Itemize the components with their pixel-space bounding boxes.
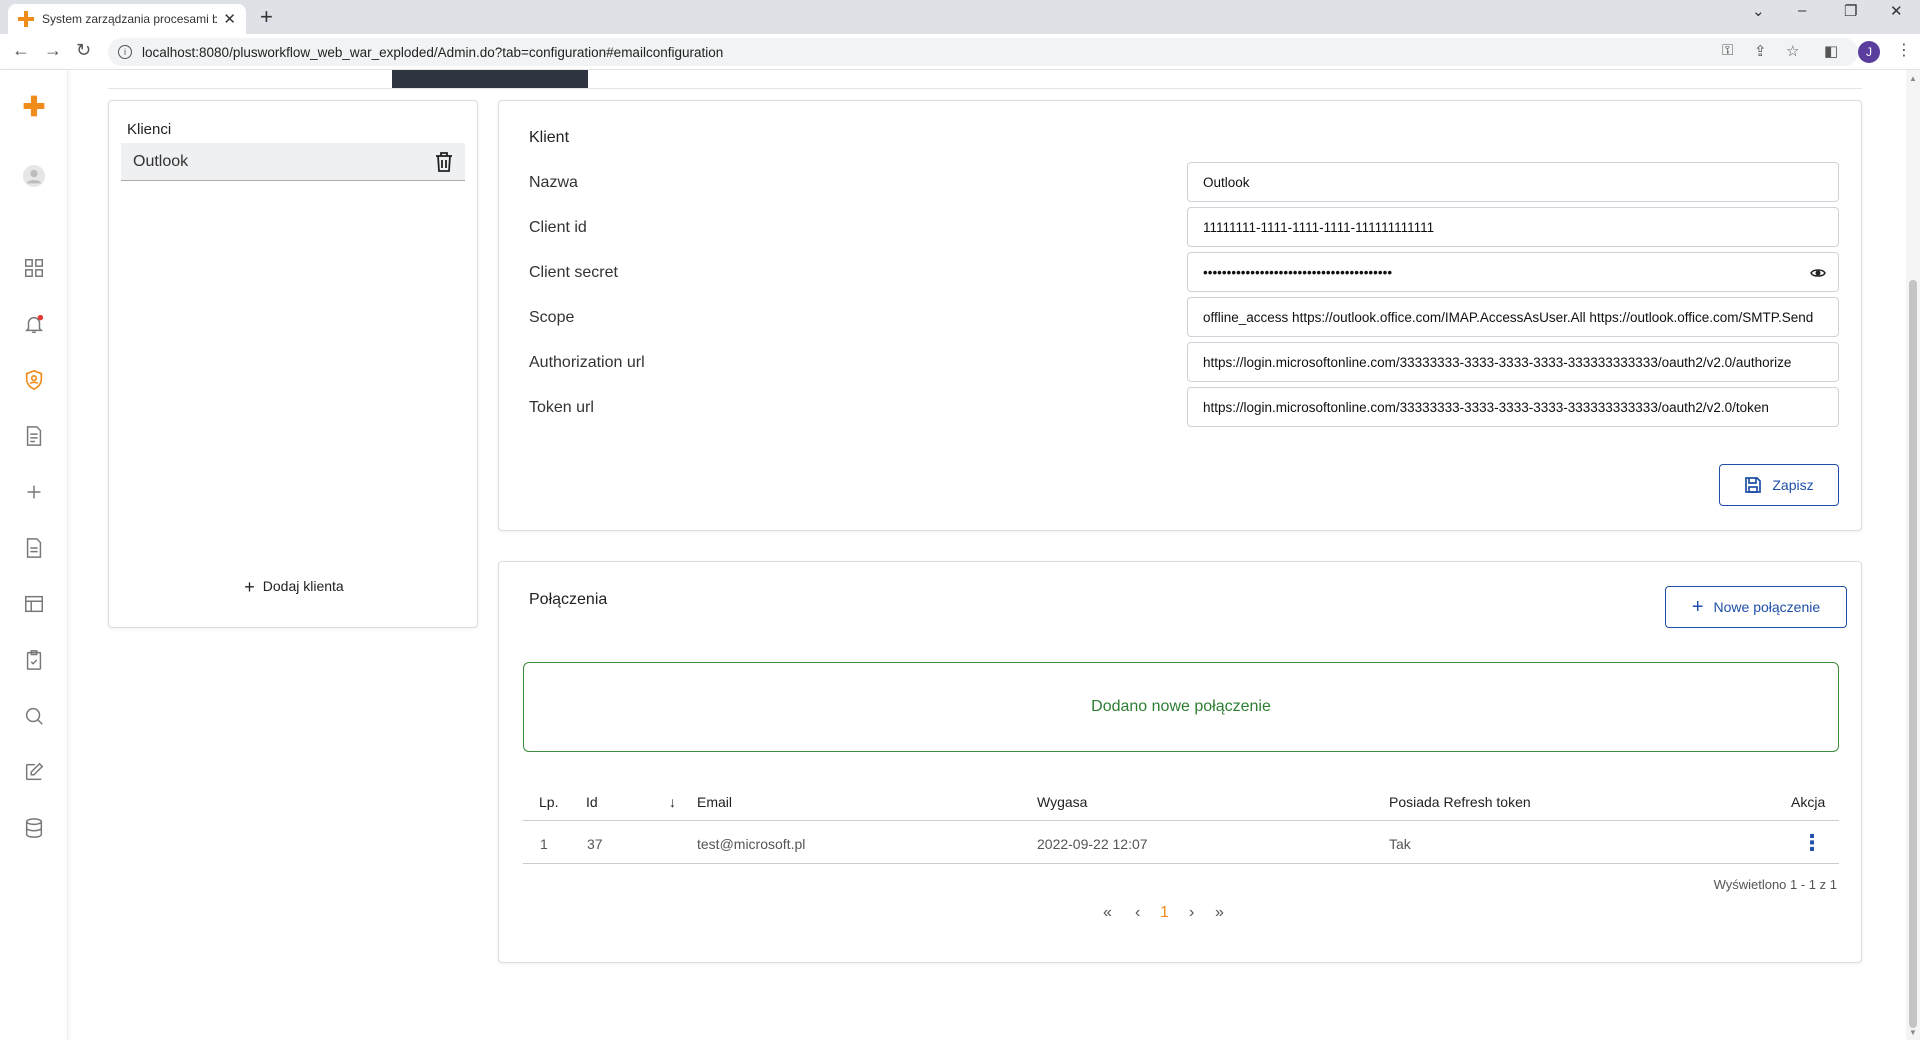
row-actions-kebab-icon[interactable]: ⋮: [1801, 830, 1823, 856]
last-page-icon[interactable]: »: [1215, 904, 1224, 922]
token-url-input[interactable]: https://login.microsoftonline.com/333333…: [1187, 387, 1839, 427]
new-connection-label: Nowe połączenie: [1713, 599, 1821, 615]
add-client-label: Dodaj klienta: [262, 578, 344, 594]
clipboard-check-icon[interactable]: [22, 648, 46, 672]
show-password-eye-icon[interactable]: [1810, 265, 1826, 281]
authorization-url-input[interactable]: https://login.microsoftonline.com/333333…: [1187, 342, 1839, 382]
col-email[interactable]: Email: [697, 794, 732, 810]
scrollbar-thumb[interactable]: [1909, 280, 1917, 1028]
app-logo-icon[interactable]: [16, 88, 52, 124]
delete-client-icon[interactable]: [435, 152, 453, 172]
save-floppy-icon: [1744, 476, 1762, 494]
new-connection-button[interactable]: + Nowe połączenie: [1665, 586, 1847, 628]
user-avatar-icon[interactable]: [16, 158, 52, 194]
restore-icon[interactable]: ❐: [1844, 2, 1857, 20]
next-page-icon[interactable]: ›: [1189, 904, 1194, 922]
table-header-divider: [523, 820, 1839, 821]
address-bar[interactable]: i localhost:8080/plusworkflow_web_war_ex…: [108, 38, 1858, 66]
search-icon[interactable]: [22, 704, 46, 728]
cell-email: test@microsoft.pl: [697, 836, 806, 852]
minimize-icon[interactable]: –: [1798, 2, 1806, 19]
documents-icon[interactable]: [22, 536, 46, 560]
close-window-icon[interactable]: ✕: [1890, 2, 1903, 20]
add-client-button[interactable]: + Dodaj klienta: [109, 577, 479, 598]
col-refresh-token[interactable]: Posiada Refresh token: [1389, 794, 1531, 810]
clients-panel: Klienci Outlook + Dodaj klienta: [108, 100, 478, 628]
new-tab-icon[interactable]: +: [260, 4, 273, 30]
address-url: localhost:8080/plusworkflow_web_war_expl…: [142, 44, 724, 60]
browser-tabbar: System zarządzania procesami bi ✕ + ⌄ – …: [0, 0, 1920, 34]
page-scrollbar[interactable]: ▲ ▼: [1906, 70, 1920, 1040]
notifications-bell-icon[interactable]: [22, 312, 46, 336]
client-form-title: Klient: [529, 129, 570, 146]
close-tab-icon[interactable]: ✕: [223, 10, 236, 28]
col-expires[interactable]: Wygasa: [1037, 794, 1087, 810]
client-secret-value: ••••••••••••••••••••••••••••••••••••••••: [1203, 264, 1393, 280]
success-alert: Dodano nowe połączenie: [523, 662, 1839, 752]
name-input[interactable]: Outlook: [1187, 162, 1839, 202]
browser-tab-title: System zarządzania procesami bi: [42, 12, 218, 26]
key-icon[interactable]: ⚿: [1722, 42, 1733, 59]
col-lp[interactable]: Lp.: [539, 794, 558, 810]
clients-title: Klienci: [127, 121, 172, 138]
layout-table-icon[interactable]: [22, 592, 46, 616]
app-page: Klienci Outlook + Dodaj klienta Klient Na…: [0, 70, 1920, 1040]
client-form-panel: Klient Nazwa Outlook Client id 11111111-…: [498, 100, 1862, 531]
connections-title: Połączenia: [529, 591, 608, 608]
scroll-up-icon[interactable]: ▲: [1909, 74, 1917, 83]
forward-icon[interactable]: →: [44, 40, 62, 61]
app-favicon-icon: [18, 11, 34, 27]
database-icon[interactable]: [22, 816, 46, 840]
edit-icon[interactable]: [22, 760, 46, 784]
sort-desc-icon[interactable]: ↓: [669, 794, 676, 810]
prev-page-icon[interactable]: ‹: [1135, 904, 1140, 922]
col-id[interactable]: Id: [586, 794, 598, 810]
reload-icon[interactable]: ↻: [76, 40, 91, 61]
add-new-icon[interactable]: [22, 480, 46, 504]
tabs-divider: [108, 88, 1862, 89]
browser-menu-icon[interactable]: ⋮: [1896, 40, 1912, 60]
share-icon[interactable]: ⇪: [1754, 42, 1767, 60]
client-secret-input[interactable]: ••••••••••••••••••••••••••••••••••••••••: [1187, 252, 1839, 292]
client-id-label: Client id: [529, 219, 587, 236]
save-button[interactable]: Zapisz: [1719, 464, 1839, 506]
cell-id: 37: [587, 836, 603, 852]
scroll-down-icon[interactable]: ▼: [1909, 1028, 1917, 1037]
cell-expires: 2022-09-22 12:07: [1037, 836, 1148, 852]
page-number-current[interactable]: 1: [1160, 904, 1169, 922]
plus-icon: +: [1691, 595, 1704, 618]
cell-refresh-token: Tak: [1389, 836, 1411, 852]
app-sidebar: [0, 70, 68, 1040]
scope-input[interactable]: offline_access https://outlook.office.co…: [1187, 297, 1839, 337]
plus-icon: +: [244, 577, 255, 597]
save-label: Zapisz: [1772, 477, 1814, 493]
tasks-document-icon[interactable]: [22, 424, 46, 448]
scope-label: Scope: [529, 309, 575, 326]
bookmark-star-icon[interactable]: ☆: [1786, 42, 1799, 60]
back-icon[interactable]: ←: [12, 40, 30, 61]
name-label: Nazwa: [529, 174, 578, 191]
active-config-tab[interactable]: [392, 70, 588, 88]
client-secret-label: Client secret: [529, 264, 618, 281]
tab-search-icon[interactable]: ⌄: [1752, 2, 1765, 20]
client-id-input[interactable]: 11111111-1111-1111-1111-111111111111: [1187, 207, 1839, 247]
admin-shield-icon[interactable]: [22, 368, 46, 392]
first-page-icon[interactable]: «: [1103, 904, 1112, 922]
site-info-icon[interactable]: i: [118, 45, 132, 59]
table-footer-divider: [523, 863, 1839, 864]
cell-lp: 1: [540, 836, 548, 852]
authorization-url-label: Authorization url: [529, 354, 645, 371]
connections-panel: Połączenia + Nowe połączenie Dodano nowe…: [498, 561, 1862, 963]
side-panel-icon[interactable]: ◧: [1824, 42, 1838, 60]
browser-toolbar: ← → ↻ i localhost:8080/plusworkflow_web_…: [0, 34, 1920, 70]
dashboard-icon[interactable]: [22, 256, 46, 280]
token-url-label: Token url: [529, 399, 594, 416]
pagination-summary: Wyświetlono 1 - 1 z 1: [1713, 877, 1837, 892]
profile-avatar[interactable]: J: [1858, 41, 1880, 63]
browser-tab[interactable]: System zarządzania procesami bi ✕: [8, 4, 246, 34]
client-item-label: Outlook: [133, 152, 189, 170]
col-action: Akcja: [1791, 794, 1826, 810]
client-item-outlook[interactable]: Outlook: [121, 143, 465, 181]
